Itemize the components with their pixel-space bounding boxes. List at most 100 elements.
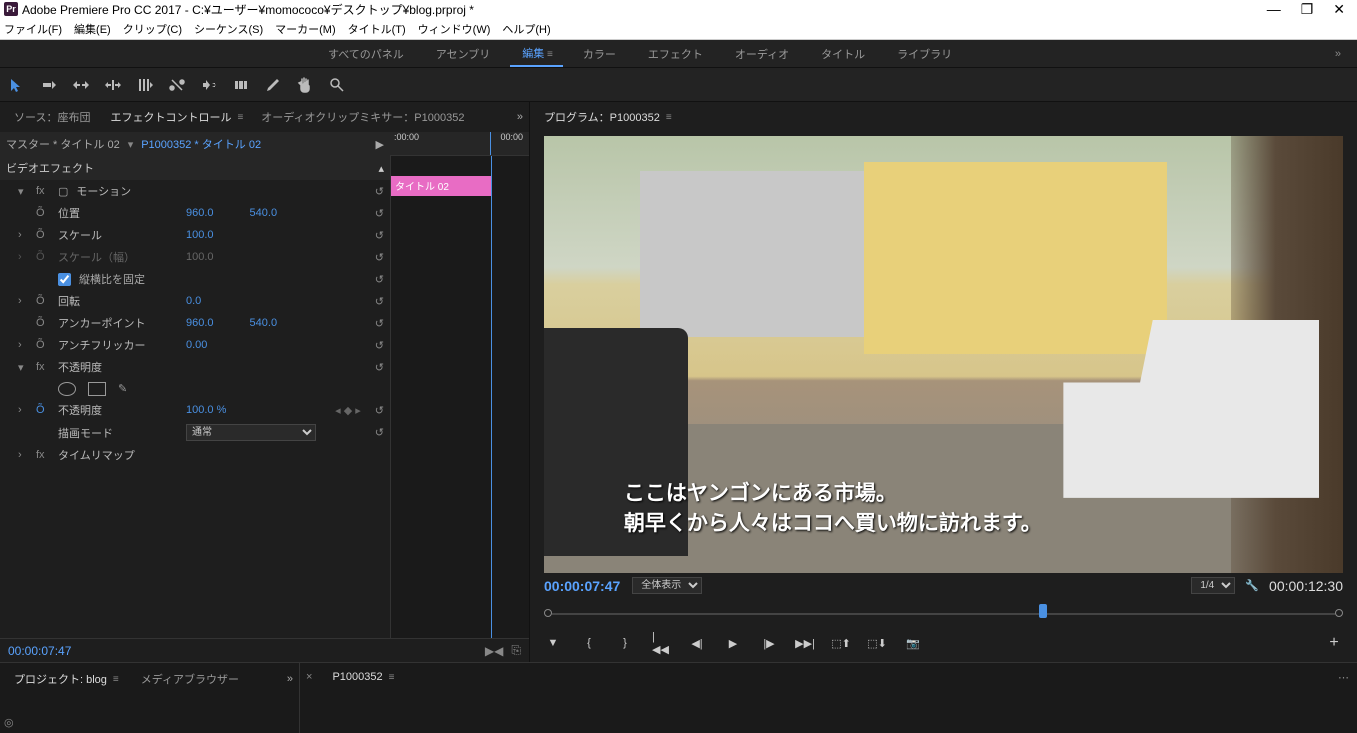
resolution-select[interactable]: 1/4: [1191, 577, 1235, 594]
hamburger-icon[interactable]: ≡: [237, 112, 241, 123]
tab-project[interactable]: プロジェクト: blog ≡: [6, 667, 125, 691]
stopwatch-icon[interactable]: Õ: [36, 295, 50, 307]
anchor-y-value[interactable]: 540.0: [250, 317, 278, 329]
rolling-edit-tool-icon[interactable]: [104, 76, 122, 94]
reset-icon[interactable]: ↺: [375, 229, 384, 242]
chevron-right-icon[interactable]: ›: [18, 449, 28, 461]
fit-select[interactable]: 全体表示: [632, 577, 702, 594]
reset-icon[interactable]: ↺: [375, 207, 384, 220]
stopwatch-active-icon[interactable]: Õ: [36, 404, 50, 416]
ws-title[interactable]: タイトル: [809, 42, 877, 66]
chevron-down-icon[interactable]: ▾: [18, 361, 28, 374]
uniform-scale-checkbox[interactable]: [58, 273, 71, 286]
stopwatch-icon[interactable]: Õ: [36, 207, 50, 219]
chevron-down-icon[interactable]: ▾: [18, 185, 28, 198]
export-frame-icon[interactable]: ⎘: [511, 643, 521, 658]
antiflicker-value[interactable]: 0.00: [186, 339, 207, 351]
selection-tool-icon[interactable]: [8, 76, 26, 94]
ws-effects[interactable]: エフェクト: [636, 42, 715, 66]
minimize-button[interactable]: —: [1267, 1, 1281, 18]
cc-libraries-icon[interactable]: ◎: [4, 717, 14, 729]
chevron-right-icon[interactable]: ›: [18, 404, 28, 416]
lift-icon[interactable]: ⬚⬆: [832, 634, 850, 652]
position-y-value[interactable]: 540.0: [250, 207, 278, 219]
stopwatch-icon[interactable]: Õ: [36, 229, 50, 241]
track-select-tool-icon[interactable]: [40, 76, 58, 94]
mark-clip-icon[interactable]: }: [616, 634, 634, 652]
position-x-value[interactable]: 960.0: [186, 207, 214, 219]
menu-sequence[interactable]: シーケンス(S): [194, 21, 263, 37]
extract-icon[interactable]: ⬚⬇: [868, 634, 886, 652]
menu-file[interactable]: ファイル(F): [4, 21, 62, 37]
program-scrubber[interactable]: [544, 602, 1343, 624]
tab-source[interactable]: ソース：座布団: [6, 105, 98, 129]
step-forward-icon[interactable]: |▶: [760, 634, 778, 652]
hamburger-icon[interactable]: ≡: [666, 112, 670, 123]
menu-marker[interactable]: マーカー(M): [275, 21, 336, 37]
blend-mode-select[interactable]: 通常: [186, 424, 316, 441]
fx-badge-icon[interactable]: fx: [36, 361, 50, 373]
fx-badge-icon[interactable]: fx: [36, 185, 50, 197]
sequence-clip-link[interactable]: P1000352 * タイトル 02: [141, 136, 261, 152]
reset-icon[interactable]: ↺: [375, 251, 384, 264]
rate-stretch-tool-icon[interactable]: [136, 76, 154, 94]
hamburger-icon[interactable]: ≡: [546, 49, 551, 60]
slide-tool-icon[interactable]: [232, 76, 250, 94]
ripple-edit-tool-icon[interactable]: [72, 76, 90, 94]
reset-icon[interactable]: ↺: [375, 339, 384, 352]
fx-target-icon[interactable]: ▢: [58, 185, 68, 198]
tab-media-browser[interactable]: メディアブラウザー: [133, 667, 247, 691]
chevron-right-icon[interactable]: ›: [18, 339, 28, 351]
rect-mask-icon[interactable]: [88, 382, 106, 396]
reset-icon[interactable]: ↺: [375, 317, 384, 330]
maximize-button[interactable]: ❐: [1301, 1, 1314, 18]
stopwatch-icon[interactable]: Õ: [36, 339, 50, 351]
pen-mask-icon[interactable]: ✎: [118, 382, 127, 395]
razor-tool-icon[interactable]: [168, 76, 186, 94]
tab-program[interactable]: プログラム：P1000352 ≡: [536, 105, 678, 129]
hamburger-icon[interactable]: ≡: [389, 672, 393, 683]
playhead-icon[interactable]: [491, 156, 492, 638]
menu-clip[interactable]: クリップ(C): [123, 21, 182, 37]
opacity-label[interactable]: 不透明度: [58, 359, 178, 375]
ws-overflow-button[interactable]: »: [1327, 48, 1349, 60]
ellipse-mask-icon[interactable]: [58, 382, 76, 396]
program-timecode[interactable]: 00:00:07:47: [544, 578, 620, 594]
ws-editing[interactable]: 編集 ≡: [510, 41, 563, 67]
stopwatch-icon[interactable]: Õ: [36, 317, 50, 329]
mini-playhead-icon[interactable]: [490, 132, 491, 155]
play-icon[interactable]: ▶: [376, 138, 384, 151]
chevron-right-icon[interactable]: ›: [18, 295, 28, 307]
timeline-clip[interactable]: タイトル 02: [391, 176, 491, 196]
ws-library[interactable]: ライブラリ: [885, 42, 964, 66]
scale-value[interactable]: 100.0: [186, 229, 214, 241]
pen-tool-icon[interactable]: [264, 76, 282, 94]
hand-tool-icon[interactable]: [296, 76, 314, 94]
keyframe-area[interactable]: タイトル 02: [390, 156, 529, 638]
step-back-icon[interactable]: ◀|: [688, 634, 706, 652]
loop-icon[interactable]: ▶◀: [485, 644, 503, 658]
zoom-tool-icon[interactable]: [328, 76, 346, 94]
go-to-out-icon[interactable]: ▶▶|: [796, 634, 814, 652]
opacity-value[interactable]: 100.0 %: [186, 404, 226, 416]
close-tab-icon[interactable]: ×: [306, 671, 312, 683]
motion-label[interactable]: モーション: [76, 183, 196, 199]
reset-icon[interactable]: ↺: [375, 273, 384, 286]
menu-window[interactable]: ウィンドウ(W): [418, 21, 491, 37]
reset-icon[interactable]: ↺: [375, 426, 384, 439]
reset-icon[interactable]: ↺: [375, 404, 384, 417]
panel-menu-icon[interactable]: ⋯: [1338, 671, 1351, 684]
scrubber-playhead-icon[interactable]: [1039, 604, 1047, 618]
ws-color[interactable]: カラー: [571, 42, 628, 66]
add-button-icon[interactable]: +: [1325, 634, 1343, 652]
rotation-value[interactable]: 0.0: [186, 295, 201, 307]
reset-icon[interactable]: ↺: [375, 185, 384, 198]
ws-audio[interactable]: オーディオ: [723, 42, 801, 66]
reset-icon[interactable]: ↺: [375, 361, 384, 374]
source-timecode[interactable]: 00:00:07:47: [8, 644, 71, 658]
mark-out-icon[interactable]: {: [580, 634, 598, 652]
chevron-right-icon[interactable]: ›: [18, 229, 28, 241]
tab-sequence[interactable]: P1000352 ≡: [324, 667, 400, 687]
go-to-in-icon[interactable]: |◀◀: [652, 634, 670, 652]
timeremap-label[interactable]: タイムリマップ: [58, 447, 178, 463]
